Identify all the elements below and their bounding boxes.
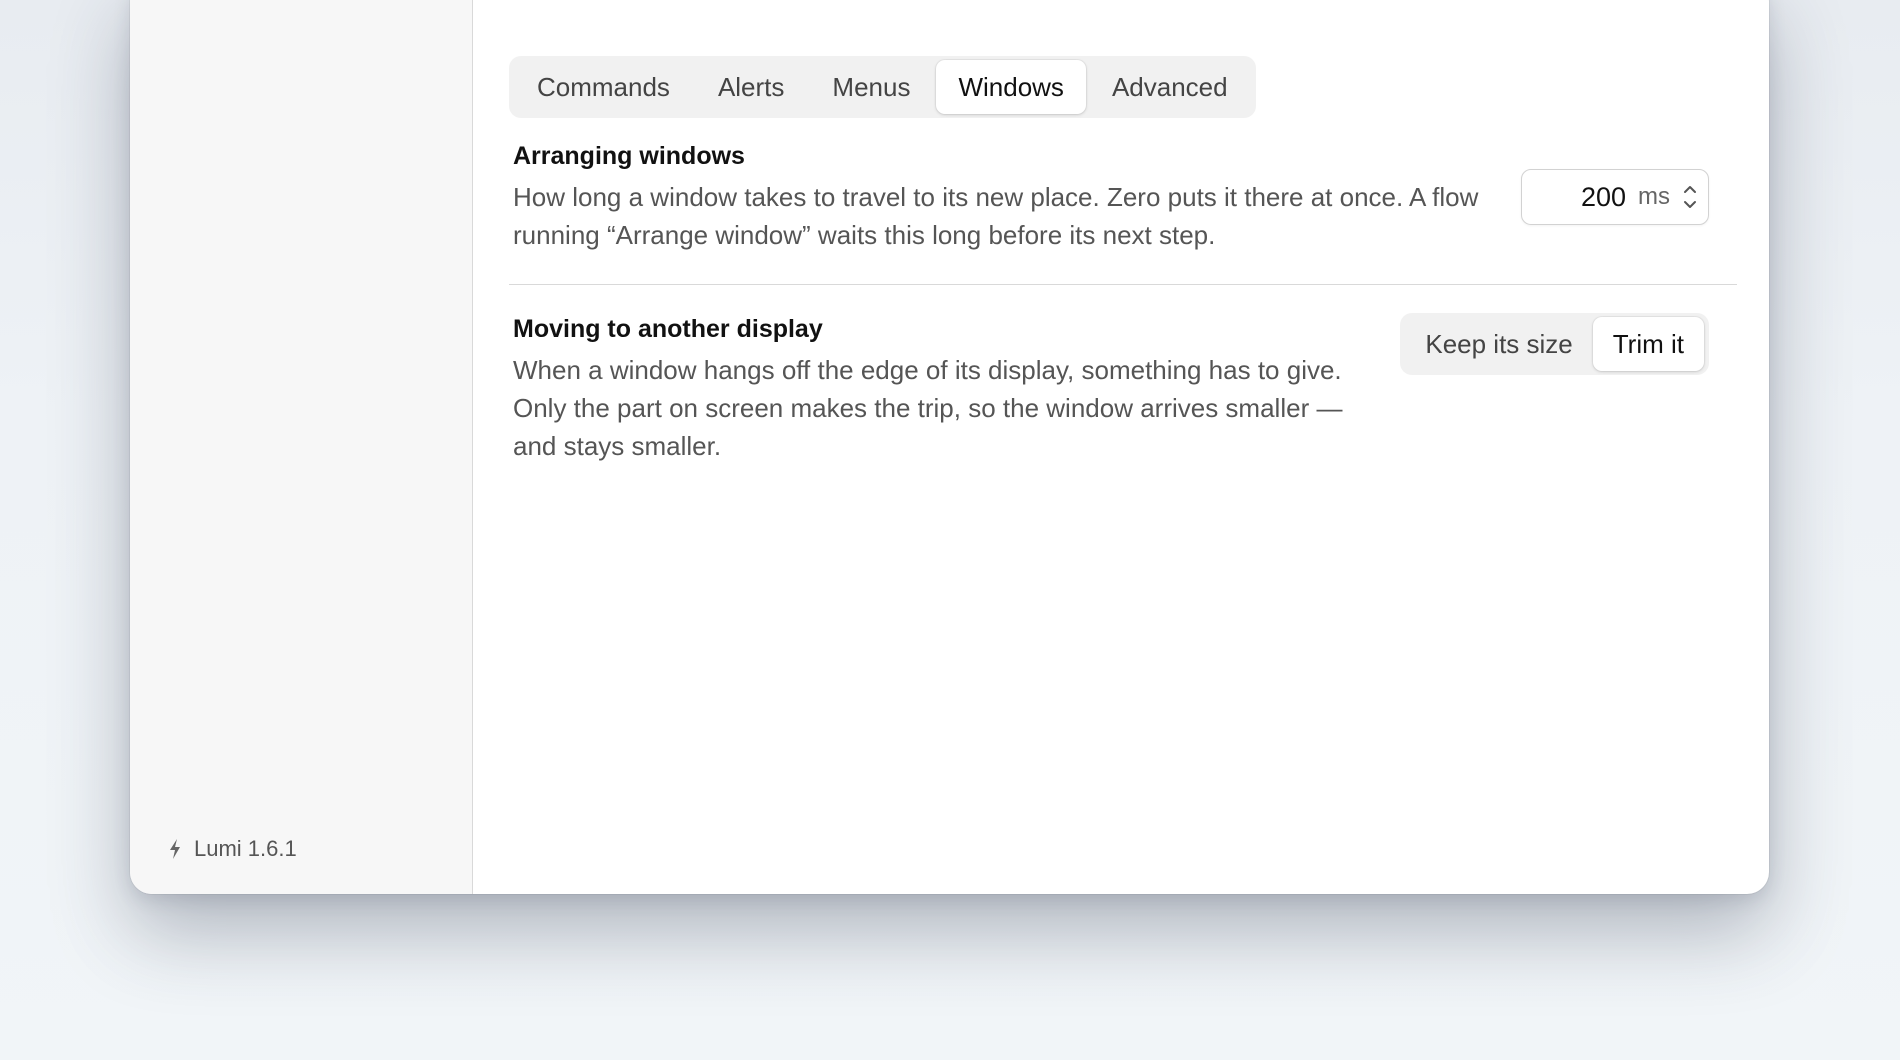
display-move-segmented-control: Keep its size Trim it [1400,313,1709,375]
version-label: Lumi 1.6.1 [194,836,297,861]
option-trim-it[interactable]: Trim it [1592,317,1704,371]
stepper-arrows [1680,182,1700,212]
section-description: How long a window takes to travel to its… [513,182,1479,250]
section-divider [509,284,1737,285]
option-keep-size[interactable]: Keep its size [1405,317,1592,371]
chevron-down-icon[interactable] [1681,198,1699,212]
duration-value[interactable]: 200 [1581,182,1626,213]
settings-window: Lumi 1.6.1 Commands Alerts Menus Windows… [130,0,1769,894]
chevron-up-icon[interactable] [1681,182,1699,196]
bolt-icon [168,838,182,860]
duration-unit: ms [1638,183,1670,210]
tab-commands[interactable]: Commands [515,60,692,114]
tab-advanced[interactable]: Advanced [1090,60,1250,114]
tab-alerts[interactable]: Alerts [696,60,806,114]
tab-bar: Commands Alerts Menus Windows Advanced [509,56,1256,118]
duration-stepper[interactable]: 200 ms [1521,169,1709,225]
section-description: When a window hangs off the edge of its … [513,355,1343,461]
app-version: Lumi 1.6.1 [168,836,297,862]
tab-windows[interactable]: Windows [936,60,1086,114]
sidebar: Lumi 1.6.1 [130,0,473,894]
tab-menus[interactable]: Menus [810,60,932,114]
section-title: Arranging windows [513,142,745,170]
settings-content: Commands Alerts Menus Windows Advanced A… [473,0,1769,894]
